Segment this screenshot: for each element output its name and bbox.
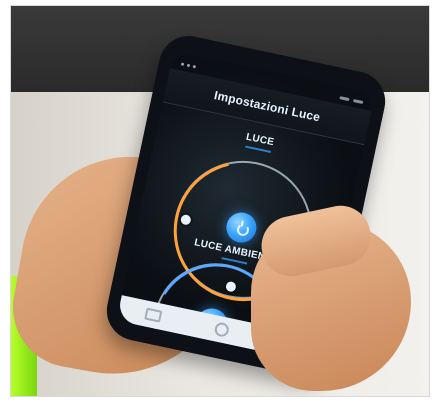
home-icon[interactable]: [213, 321, 231, 338]
status-dot: [186, 63, 191, 67]
status-dot: [180, 61, 185, 66]
signal-icon: [339, 95, 350, 101]
power-icon: [234, 220, 248, 234]
system-icons: [339, 95, 364, 104]
recent-apps-icon[interactable]: [144, 307, 163, 323]
status-dot: [192, 64, 197, 69]
photo-frame: Impostazioni Luce LUCE LUCE AMBIENTE: [10, 5, 430, 397]
status-dots: [180, 61, 197, 69]
battery-icon: [353, 98, 364, 104]
